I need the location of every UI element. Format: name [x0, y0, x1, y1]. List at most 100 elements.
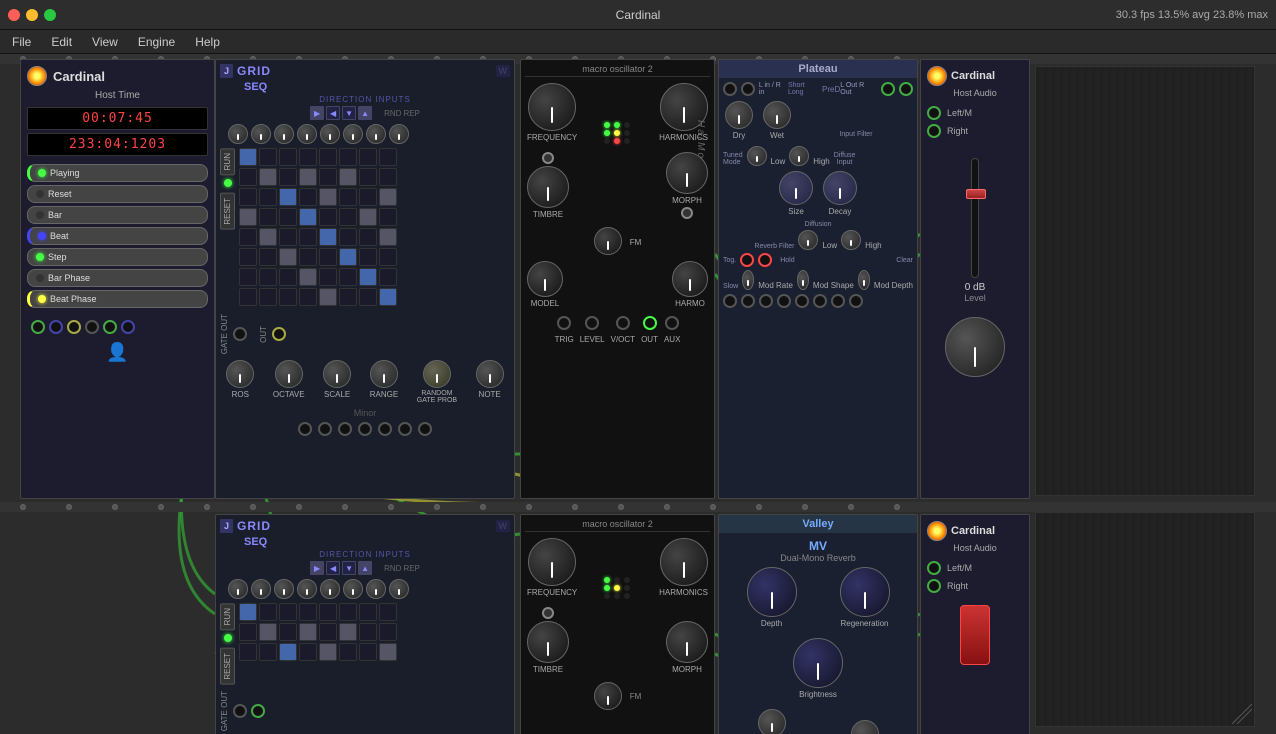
mod-depth-knob[interactable]	[858, 270, 870, 290]
knob-bot-6[interactable]	[343, 579, 363, 599]
bcell-r1c3[interactable]	[279, 603, 297, 621]
knob-bot-2[interactable]	[251, 579, 271, 599]
bot-jack-3[interactable]	[338, 422, 352, 436]
bcell-r3c5[interactable]	[319, 643, 337, 661]
range-knob[interactable]	[370, 360, 398, 388]
cell-r8c7[interactable]	[359, 288, 377, 306]
cell-r6c4[interactable]	[299, 248, 317, 266]
cell-r5c3[interactable]	[279, 228, 297, 246]
cell-r5c2[interactable]	[259, 228, 277, 246]
bcell-r1c6[interactable]	[339, 603, 357, 621]
out-jack-1[interactable]	[272, 327, 286, 341]
main-level-knob-top[interactable]	[945, 317, 1005, 377]
cell-r3c4[interactable]	[299, 188, 317, 206]
jack-6[interactable]	[121, 320, 135, 334]
mod-rate-knob[interactable]	[742, 270, 754, 290]
cell-r2c8[interactable]	[379, 168, 397, 186]
jack-1[interactable]	[31, 320, 45, 334]
cell-r2c1[interactable]	[239, 168, 257, 186]
reset-button[interactable]: Reset	[27, 185, 208, 203]
cell-r2c4[interactable]	[299, 168, 317, 186]
cell-r4c3[interactable]	[279, 208, 297, 226]
bcell-r2c1[interactable]	[239, 623, 257, 641]
scale-knob[interactable]	[323, 360, 351, 388]
low-knob-1[interactable]	[747, 146, 767, 166]
right-jack-bot[interactable]	[927, 579, 941, 593]
cell-r7c2[interactable]	[259, 268, 277, 286]
cell-r8c8[interactable]	[379, 288, 397, 306]
dir-btn-left-bot[interactable]: ◀	[326, 561, 340, 575]
cell-r8c3[interactable]	[279, 288, 297, 306]
cell-r5c4[interactable]	[299, 228, 317, 246]
dry-knob[interactable]	[725, 101, 753, 129]
timbre-knob-top[interactable]	[527, 166, 569, 208]
knob-bot-4[interactable]	[297, 579, 317, 599]
dir-btn-down[interactable]: ▼	[342, 106, 356, 120]
fm-knob-top[interactable]	[594, 227, 622, 255]
cell-r6c7[interactable]	[359, 248, 377, 266]
morph-knob-top[interactable]	[666, 152, 708, 194]
bcell-r3c6[interactable]	[339, 643, 357, 661]
cv-jack-2[interactable]	[741, 294, 755, 308]
drywet-knob-2[interactable]	[851, 720, 879, 734]
cell-r7c7[interactable]	[359, 268, 377, 286]
cell-r3c7[interactable]	[359, 188, 377, 206]
cell-r3c3[interactable]	[279, 188, 297, 206]
bcell-r3c2[interactable]	[259, 643, 277, 661]
cell-r7c3[interactable]	[279, 268, 297, 286]
cell-r3c8[interactable]	[379, 188, 397, 206]
knob-2[interactable]	[251, 124, 271, 144]
jack-5[interactable]	[103, 320, 117, 334]
knob-bot-3[interactable]	[274, 579, 294, 599]
harmonics-knob-bot[interactable]	[660, 538, 708, 586]
frequency-knob-bot[interactable]	[528, 538, 576, 586]
right-jack-top[interactable]	[927, 124, 941, 138]
cell-r7c8[interactable]	[379, 268, 397, 286]
run-button-bot[interactable]: RUN	[220, 603, 235, 630]
level-jack[interactable]	[585, 316, 599, 330]
bcell-r1c1[interactable]	[239, 603, 257, 621]
knob-6[interactable]	[343, 124, 363, 144]
bcell-r3c7[interactable]	[359, 643, 377, 661]
brightness-knob[interactable]	[793, 638, 843, 688]
cell-r1c8[interactable]	[379, 148, 397, 166]
dir-btn-left[interactable]: ◀	[326, 106, 340, 120]
bot-jack-1[interactable]	[298, 422, 312, 436]
cell-r7c6[interactable]	[339, 268, 357, 286]
cv-jack-1[interactable]	[723, 294, 737, 308]
knob-1[interactable]	[228, 124, 248, 144]
r-out-jack[interactable]	[899, 82, 913, 96]
cell-r5c6[interactable]	[339, 228, 357, 246]
bcell-r2c8[interactable]	[379, 623, 397, 641]
cell-r4c6[interactable]	[339, 208, 357, 226]
bcell-r2c5[interactable]	[319, 623, 337, 641]
audio-bot-fader[interactable]	[960, 605, 990, 665]
cell-r6c6[interactable]	[339, 248, 357, 266]
reset-button-seq-bot[interactable]: RESET	[220, 648, 235, 685]
cell-r1c7[interactable]	[359, 148, 377, 166]
cell-r8c1[interactable]	[239, 288, 257, 306]
cell-r7c5[interactable]	[319, 268, 337, 286]
note-knob[interactable]	[476, 360, 504, 388]
random-knob[interactable]	[423, 360, 451, 388]
bcell-r1c7[interactable]	[359, 603, 377, 621]
hold-jack[interactable]	[758, 253, 772, 267]
r-in-jack[interactable]	[741, 82, 755, 96]
ros-knob[interactable]	[226, 360, 254, 388]
cell-r3c2[interactable]	[259, 188, 277, 206]
minimize-button[interactable]	[26, 9, 38, 21]
cell-r1c3[interactable]	[279, 148, 297, 166]
cell-r4c1[interactable]	[239, 208, 257, 226]
cell-r6c8[interactable]	[379, 248, 397, 266]
knob-8[interactable]	[389, 124, 409, 144]
cell-r6c1[interactable]	[239, 248, 257, 266]
morph-knob-bot[interactable]	[666, 621, 708, 663]
cv-jack-7[interactable]	[831, 294, 845, 308]
cell-r3c6[interactable]	[339, 188, 357, 206]
cell-r8c6[interactable]	[339, 288, 357, 306]
left-m-jack-bot[interactable]	[927, 561, 941, 575]
bot-jack-2[interactable]	[318, 422, 332, 436]
depth-knob[interactable]	[747, 567, 797, 617]
harmo-knob-top[interactable]	[672, 261, 708, 297]
bar-button[interactable]: Bar	[27, 206, 208, 224]
